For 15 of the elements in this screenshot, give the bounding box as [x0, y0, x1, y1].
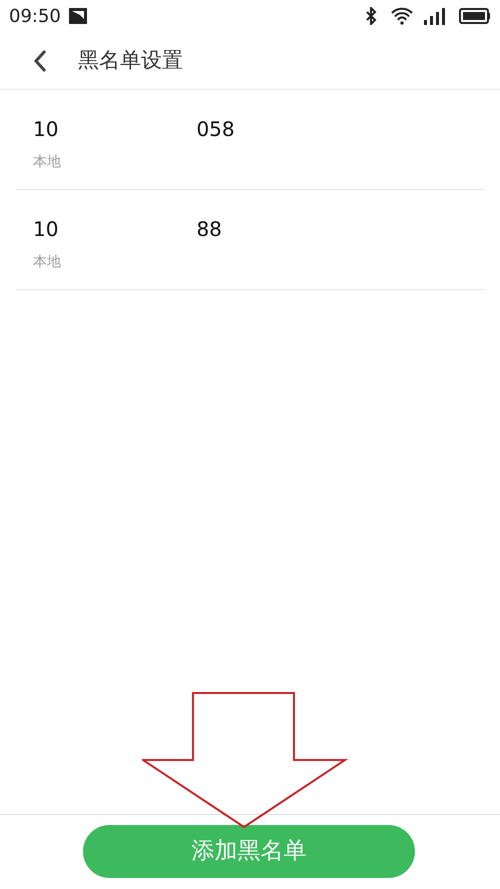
image-notification-icon — [68, 8, 87, 24]
number-text: 10 — [33, 116, 58, 143]
signal-icon — [423, 7, 447, 25]
number-text: 10 — [33, 216, 58, 243]
page-title: 黑名单设置 — [78, 46, 183, 74]
location-label: 本地 — [33, 253, 62, 272]
status-time: 09:50 — [9, 4, 61, 28]
battery-icon — [459, 7, 491, 25]
back-icon — [33, 48, 47, 72]
wifi-icon — [391, 7, 413, 25]
number-text: 88 — [196, 216, 222, 243]
number-text: 058 — [196, 116, 235, 143]
bluetooth-icon — [365, 7, 377, 25]
add-blacklist-button[interactable]: 添加黑名单 — [83, 825, 415, 878]
location-label: 本地 — [33, 153, 62, 172]
